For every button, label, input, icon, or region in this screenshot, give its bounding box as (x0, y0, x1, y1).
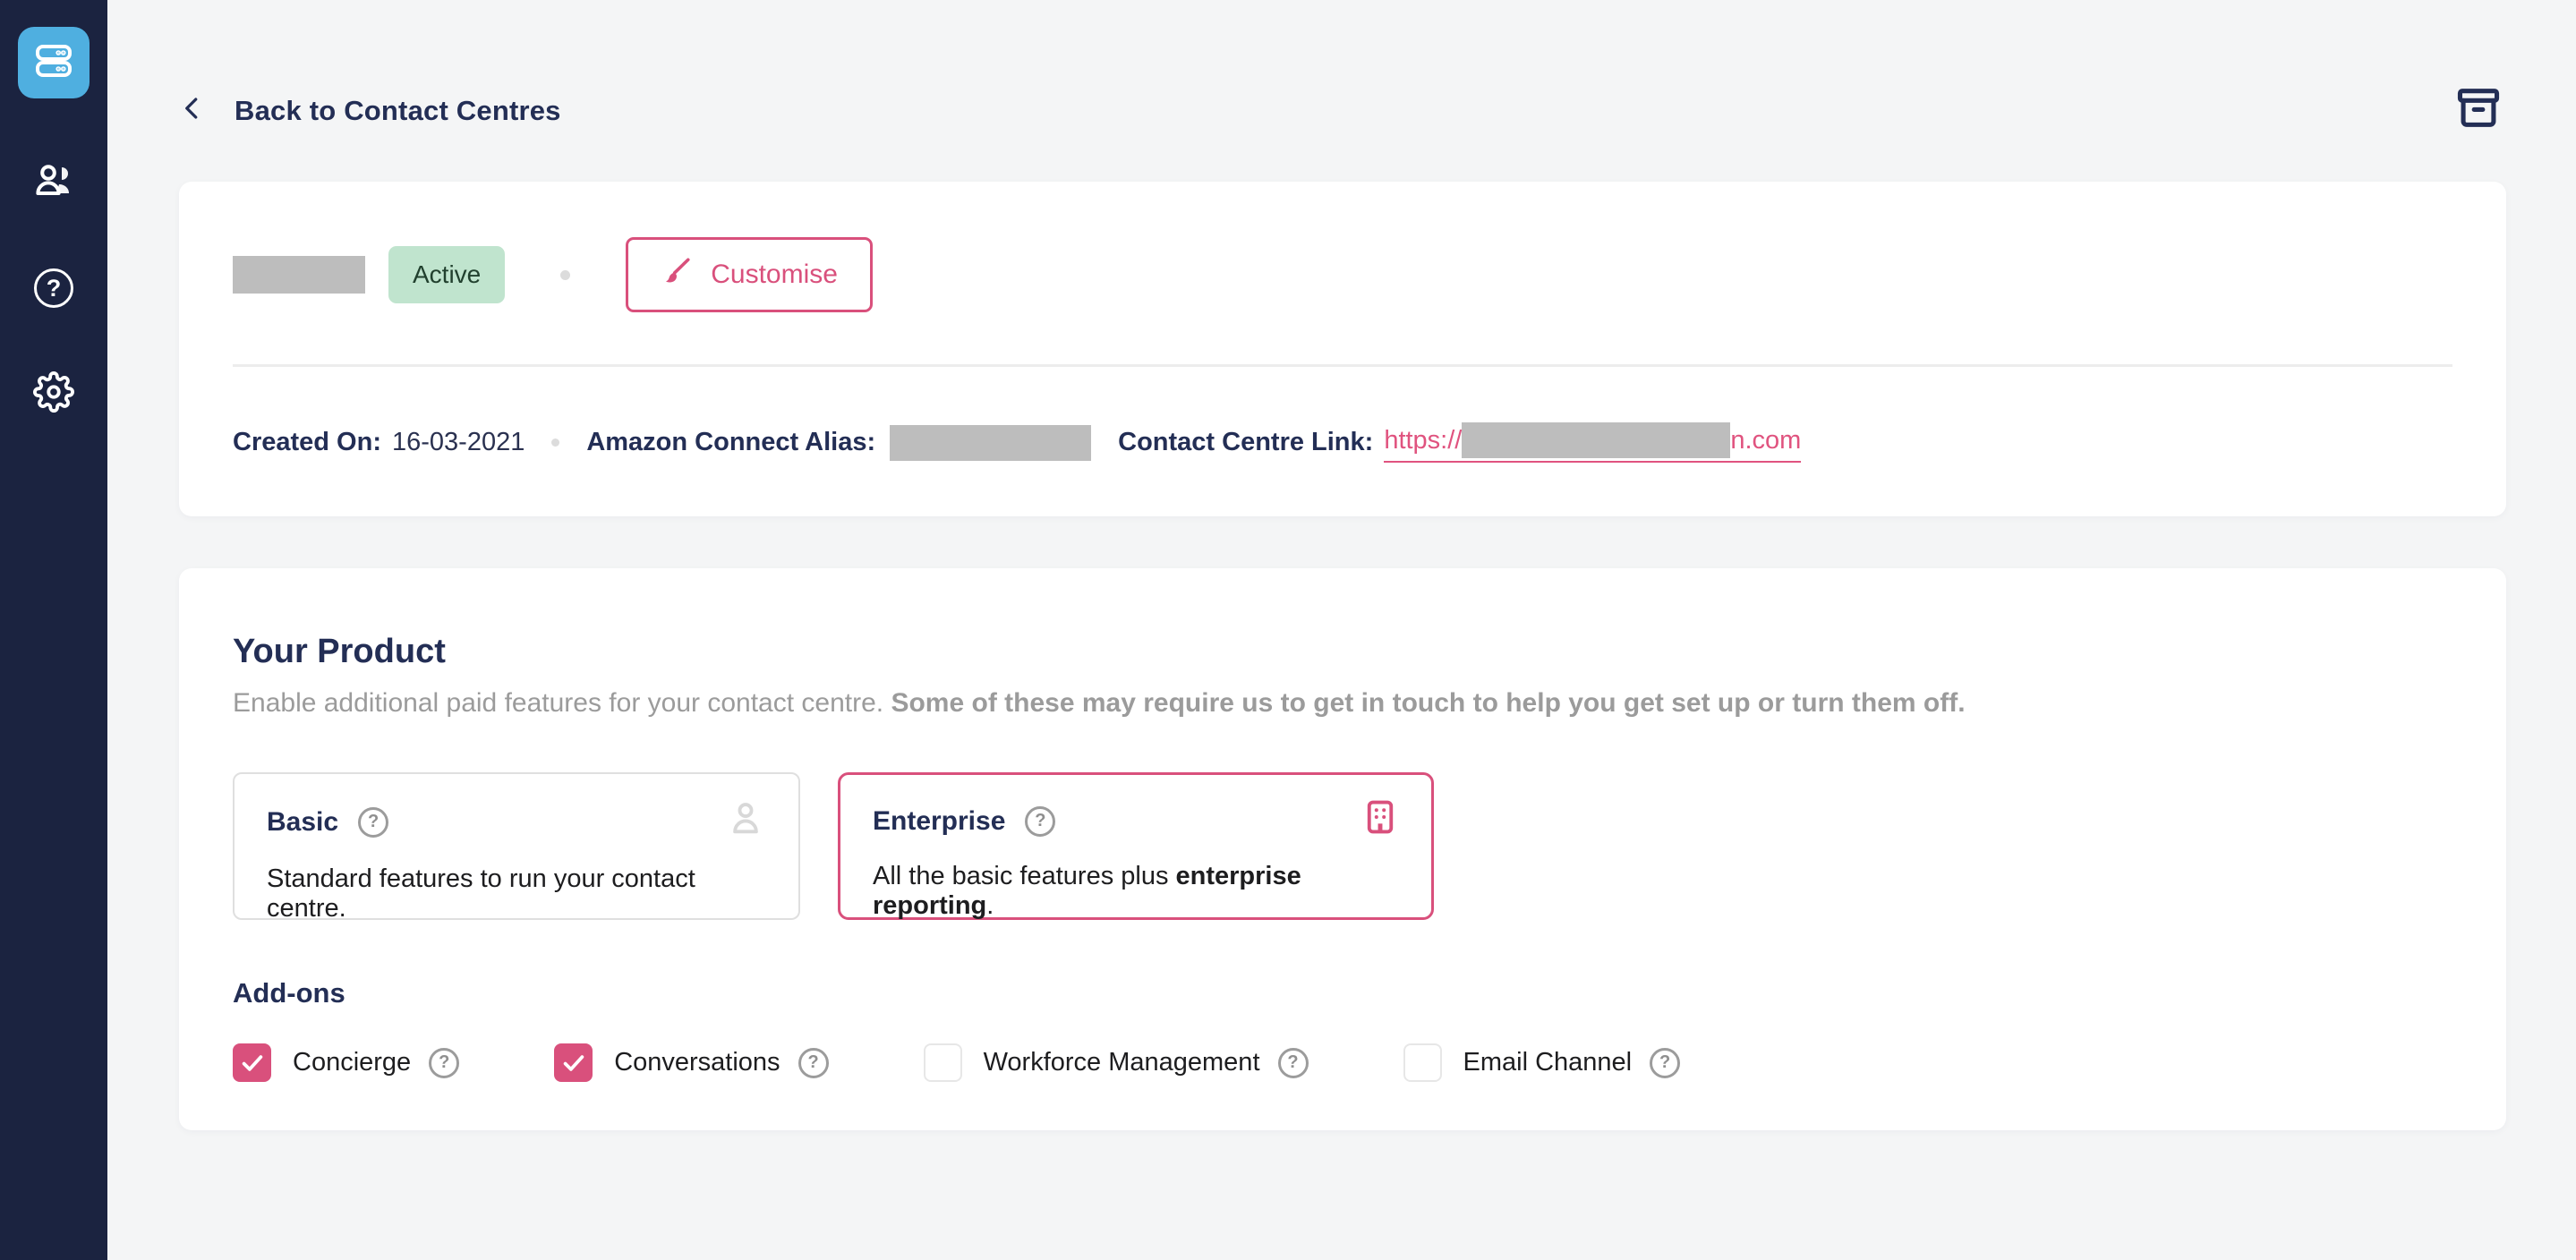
building-icon (1361, 798, 1399, 840)
question-circle-icon[interactable]: ? (1278, 1048, 1309, 1078)
gear-icon (33, 371, 74, 417)
contact-centre-overview-card: Active Customise Created On: 16-03-2021 (179, 182, 2506, 516)
archive-box-icon (2451, 82, 2506, 139)
check-icon (239, 1050, 266, 1077)
main-content: Back to Contact Centres Active (107, 0, 2576, 1260)
sidebar: ? (0, 0, 107, 1260)
dot-separator (551, 438, 559, 447)
topbar: Back to Contact Centres (179, 82, 2506, 139)
addon-conversations[interactable]: Conversations ? (554, 1043, 828, 1082)
addons-title: Add-ons (233, 977, 2452, 1009)
product-options-row: Basic ? Standard features to run your co… (233, 772, 2452, 920)
chevron-left-icon (179, 90, 206, 131)
created-on-value: 16-03-2021 (392, 428, 525, 457)
sidebar-item-help[interactable]: ? (32, 267, 75, 310)
paintbrush-icon (661, 255, 693, 294)
question-circle-icon[interactable]: ? (1025, 806, 1055, 837)
subtitle-normal: Enable additional paid features for your… (233, 688, 891, 718)
amazon-connect-alias-label: Amazon Connect Alias: (586, 428, 875, 457)
card-divider (233, 364, 2452, 367)
contact-centre-name-redacted (233, 256, 365, 294)
check-icon (560, 1050, 587, 1077)
back-to-contact-centres-link[interactable]: Back to Contact Centres (179, 90, 561, 131)
checkbox-conversations[interactable] (554, 1043, 593, 1082)
addon-workforce-management[interactable]: Workforce Management ? (924, 1043, 1309, 1082)
overview-header-row: Active Customise (233, 237, 2452, 312)
your-product-card: Your Product Enable additional paid feat… (179, 568, 2506, 1130)
link-redacted (1462, 422, 1730, 458)
link-suffix: n.com (1730, 426, 1801, 455)
checkbox-workforce-management[interactable] (924, 1043, 962, 1082)
question-circle-icon[interactable]: ? (358, 807, 388, 838)
product-desc: All the basic features plus enterprise r… (873, 862, 1399, 921)
your-product-title: Your Product (233, 633, 2452, 671)
addon-label: Workforce Management (984, 1048, 1260, 1077)
overview-meta-row: Created On: 16-03-2021 Amazon Connect Al… (233, 422, 2452, 463)
alias-value-redacted (890, 425, 1091, 461)
product-desc: Standard features to run your contact ce… (267, 864, 766, 924)
people-icon (32, 159, 75, 207)
app-logo[interactable] (18, 27, 90, 98)
product-option-enterprise[interactable]: Enterprise ? (838, 772, 1434, 920)
product-name: Enterprise (873, 806, 1005, 837)
status-badge: Active (388, 246, 505, 303)
created-on-label: Created On: (233, 428, 381, 457)
sidebar-item-users[interactable] (32, 161, 75, 204)
help-icon: ? (34, 268, 73, 308)
link-prefix: https:// (1384, 426, 1462, 455)
contact-centre-link[interactable]: https:// n.com (1384, 422, 1801, 463)
sidebar-item-settings[interactable] (32, 372, 75, 415)
archive-button[interactable] (2451, 82, 2506, 139)
subtitle-bold: Some of these may require us to get in t… (891, 688, 1965, 718)
product-option-basic[interactable]: Basic ? Standard features to run your co… (233, 772, 800, 920)
checkbox-email-channel[interactable] (1403, 1043, 1442, 1082)
product-name: Basic (267, 807, 338, 838)
addon-label: Email Channel (1463, 1048, 1633, 1077)
back-link-label: Back to Contact Centres (235, 95, 561, 127)
customise-button[interactable]: Customise (626, 237, 873, 312)
contact-centre-link-label: Contact Centre Link: (1118, 428, 1373, 457)
addon-email-channel[interactable]: Email Channel ? (1403, 1043, 1681, 1082)
addon-concierge[interactable]: Concierge ? (233, 1043, 459, 1082)
checkbox-concierge[interactable] (233, 1043, 271, 1082)
product-head: Basic ? (267, 801, 766, 843)
person-icon (725, 797, 766, 843)
question-circle-icon[interactable]: ? (429, 1048, 459, 1078)
app-root: ? Back to Contact Centres (0, 0, 2576, 1260)
addon-label: Concierge (293, 1048, 411, 1077)
dot-separator (560, 270, 570, 280)
server-stack-icon (32, 39, 75, 87)
question-circle-icon[interactable]: ? (798, 1048, 829, 1078)
product-head: Enterprise ? (873, 802, 1399, 840)
question-circle-icon[interactable]: ? (1650, 1048, 1680, 1078)
your-product-subtitle: Enable additional paid features for your… (233, 685, 2452, 720)
addon-label: Conversations (614, 1048, 780, 1077)
customise-button-label: Customise (711, 260, 838, 290)
addons-row: Concierge ? Conversations ? (233, 1043, 2452, 1082)
